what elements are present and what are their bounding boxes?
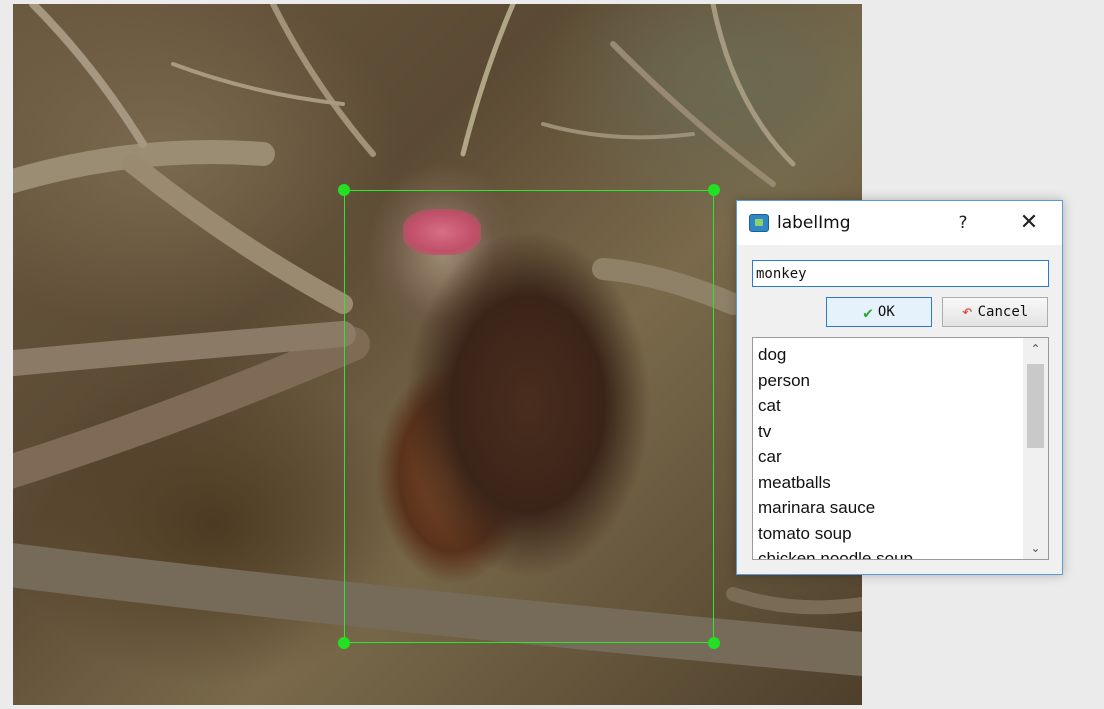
close-button[interactable]: ✕ (1015, 209, 1043, 237)
list-item[interactable]: meatballs (753, 470, 1022, 496)
label-list[interactable]: dog person cat tv car meatballs marinara… (752, 337, 1049, 560)
list-item[interactable]: marinara sauce (753, 495, 1022, 521)
cancel-button[interactable]: ↶ Cancel (942, 297, 1048, 327)
list-item[interactable]: car (753, 444, 1022, 470)
list-item[interactable]: chicken noodle soup (753, 546, 1022, 559)
dialog-title: labelImg (777, 213, 851, 233)
list-item[interactable]: tv (753, 419, 1022, 445)
label-input[interactable] (752, 260, 1049, 287)
ok-button[interactable]: ✔ OK (826, 297, 932, 327)
help-button[interactable]: ? (951, 211, 975, 235)
label-dialog: labelImg ? ✕ ✔ OK ↶ Cancel dog person ca… (736, 200, 1063, 575)
cancel-label: Cancel (977, 304, 1029, 320)
ok-label: OK (877, 304, 895, 320)
check-icon: ✔ (863, 302, 873, 322)
bbox-handle-bottom-right[interactable] (708, 637, 720, 649)
bbox-handle-top-right[interactable] (708, 184, 720, 196)
list-item[interactable]: person (753, 368, 1022, 394)
list-item[interactable]: cat (753, 393, 1022, 419)
undo-icon: ↶ (961, 301, 973, 322)
chevron-down-icon[interactable]: ⌄ (1023, 537, 1048, 559)
labelimg-app-icon (749, 214, 769, 232)
list-item[interactable]: dog (753, 342, 1022, 368)
list-item[interactable]: tomato soup (753, 521, 1022, 547)
dialog-titlebar[interactable]: labelImg ? ✕ (737, 201, 1062, 245)
bbox-handle-bottom-left[interactable] (338, 637, 350, 649)
label-list-items: dog person cat tv car meatballs marinara… (753, 342, 1022, 559)
chevron-up-icon[interactable]: ⌃ (1023, 338, 1048, 360)
bounding-box[interactable] (338, 184, 720, 649)
bbox-handle-top-left[interactable] (338, 184, 350, 196)
list-scrollbar[interactable]: ⌃ ⌄ (1023, 338, 1048, 559)
scrollbar-thumb[interactable] (1027, 364, 1044, 448)
